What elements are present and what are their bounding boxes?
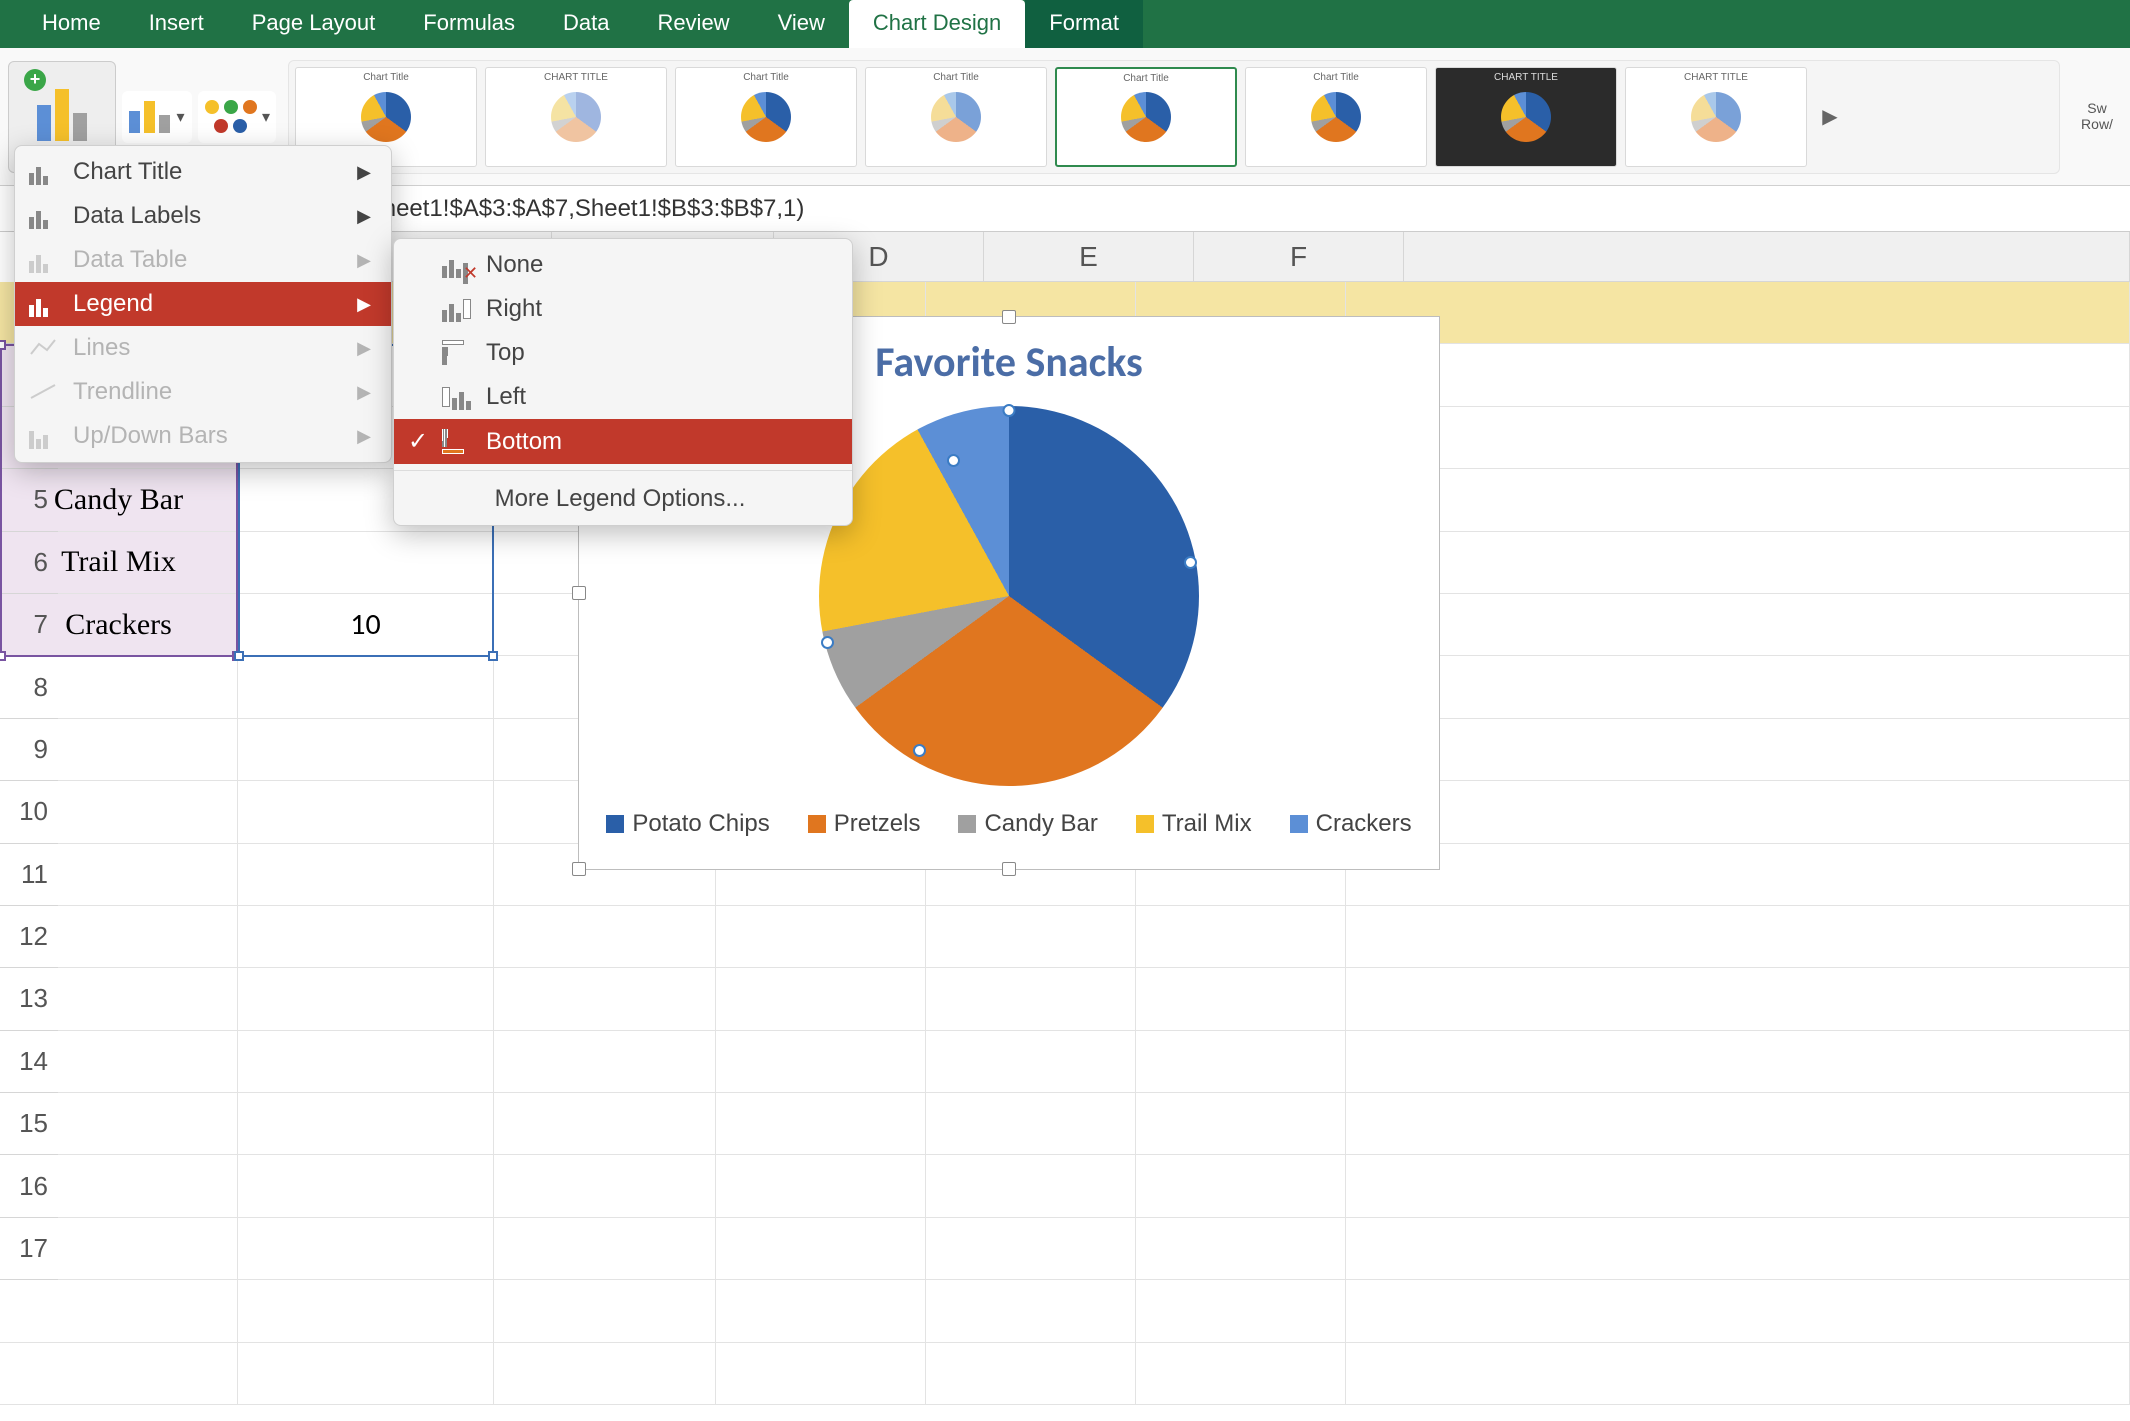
styles-more-button[interactable]: ▶ (1815, 104, 1845, 129)
cell-b6[interactable] (238, 532, 494, 593)
tab-insert[interactable]: Insert (125, 0, 228, 48)
row-header-17[interactable]: 17 (0, 1218, 58, 1280)
tab-chart-design[interactable]: Chart Design (849, 0, 1025, 48)
menu-item-chart-title[interactable]: Chart Title▶ (15, 150, 391, 194)
change-colors-button[interactable]: ▾ (198, 91, 276, 143)
legend-swatch (808, 815, 826, 833)
legend-swatch (958, 815, 976, 833)
row-header-6[interactable]: 6 (0, 532, 58, 594)
chevron-down-icon: ▾ (176, 107, 184, 127)
legend-item[interactable]: Candy Bar (958, 810, 1097, 838)
resize-handle-s[interactable] (1002, 862, 1016, 876)
legend-option-right[interactable]: Right (394, 287, 852, 331)
legend-option-more[interactable]: More Legend Options... (394, 477, 852, 521)
quick-layout-icon (129, 101, 170, 133)
add-chart-element-icon: + (28, 73, 96, 141)
style-tile-6[interactable]: Chart Title (1245, 67, 1427, 167)
series-handle[interactable] (821, 636, 834, 649)
menu-item-trendline: Trendline▶ (15, 370, 391, 414)
legend-label: Trail Mix (1162, 810, 1252, 838)
legend-item[interactable]: Trail Mix (1136, 810, 1252, 838)
ribbon-tabs: Home Insert Page Layout Formulas Data Re… (0, 0, 2130, 48)
series-handle[interactable] (1003, 404, 1016, 417)
tab-home[interactable]: Home (18, 0, 125, 48)
cell-b7[interactable]: 10 (238, 594, 494, 655)
legend-label: Potato Chips (632, 810, 769, 838)
resize-handle-sw[interactable] (572, 862, 586, 876)
style-tile-4[interactable]: Chart Title (865, 67, 1047, 167)
menu-item-data-labels[interactable]: Data Labels▶ (15, 194, 391, 238)
row-header-7[interactable]: 7 (0, 594, 58, 656)
chart-legend[interactable]: Potato Chips Pretzels Candy Bar Trail Mix Cr… (579, 810, 1439, 838)
row-header-11[interactable]: 11 (0, 844, 58, 906)
legend-option-none[interactable]: ✕ None (394, 243, 852, 287)
row-header-15[interactable]: 15 (0, 1093, 58, 1155)
style-tile-5[interactable]: Chart Title (1055, 67, 1237, 167)
tab-format[interactable]: Format (1025, 0, 1143, 48)
menu-item-lines: Lines▶ (15, 326, 391, 370)
style-tile-3[interactable]: Chart Title (675, 67, 857, 167)
style-tile-2[interactable]: CHART TITLE (485, 67, 667, 167)
tab-page-layout[interactable]: Page Layout (228, 0, 400, 48)
resize-handle-n[interactable] (1002, 310, 1016, 324)
quick-layout-button[interactable]: ▾ (122, 91, 192, 143)
series-handle[interactable] (947, 454, 960, 467)
legend-swatch (1290, 815, 1308, 833)
legend-swatch (1136, 815, 1154, 833)
menu-item-data-table: Data Table▶ (15, 238, 391, 282)
row-header-14[interactable]: 14 (0, 1031, 58, 1093)
row-header-13[interactable]: 13 (0, 968, 58, 1030)
legend-item[interactable]: Pretzels (808, 810, 921, 838)
row-header-9[interactable]: 9 (0, 719, 58, 781)
row-header-10[interactable]: 10 (0, 781, 58, 843)
legend-label: Pretzels (834, 810, 921, 838)
style-tile-7[interactable]: CHART TITLE (1435, 67, 1617, 167)
color-palette-icon (204, 100, 258, 133)
add-chart-element-menu: Chart Title▶ Data Labels▶ Data Table▶ Le… (14, 145, 392, 463)
legend-option-bottom[interactable]: ✓ Bottom (394, 419, 852, 464)
chevron-down-icon: ▾ (262, 107, 270, 127)
legend-option-left[interactable]: Left (394, 375, 852, 419)
tab-review[interactable]: Review (633, 0, 753, 48)
legend-label: Candy Bar (984, 810, 1097, 838)
legend-submenu: ✕ None Right Top Left ✓ Bottom More Lege… (393, 238, 853, 526)
legend-label: Crackers (1316, 810, 1412, 838)
legend-item[interactable]: Crackers (1290, 810, 1412, 838)
series-handle[interactable] (913, 744, 926, 757)
row-header-5[interactable]: 5 (0, 469, 58, 531)
row-header-8[interactable]: 8 (0, 656, 58, 718)
chart-styles-gallery: Chart Title CHART TITLE Chart Title Char… (288, 60, 2060, 174)
series-handle[interactable] (1184, 556, 1197, 569)
tab-data[interactable]: Data (539, 0, 633, 48)
col-header-e[interactable]: E (984, 232, 1194, 281)
pie-chart[interactable] (819, 406, 1199, 786)
tab-view[interactable]: View (754, 0, 849, 48)
style-tile-8[interactable]: CHART TITLE (1625, 67, 1807, 167)
legend-item[interactable]: Potato Chips (606, 810, 769, 838)
tab-formulas[interactable]: Formulas (399, 0, 539, 48)
menu-item-legend[interactable]: Legend▶ (15, 282, 391, 326)
switch-row-col-label[interactable]: Sw Row/ (2072, 101, 2122, 132)
legend-swatch (606, 815, 624, 833)
menu-item-updown-bars: Up/Down Bars▶ (15, 414, 391, 458)
row-header-16[interactable]: 16 (0, 1155, 58, 1217)
row-header-12[interactable]: 12 (0, 906, 58, 968)
col-header-g[interactable] (1404, 232, 2130, 281)
col-header-f[interactable]: F (1194, 232, 1404, 281)
legend-option-top[interactable]: Top (394, 331, 852, 375)
